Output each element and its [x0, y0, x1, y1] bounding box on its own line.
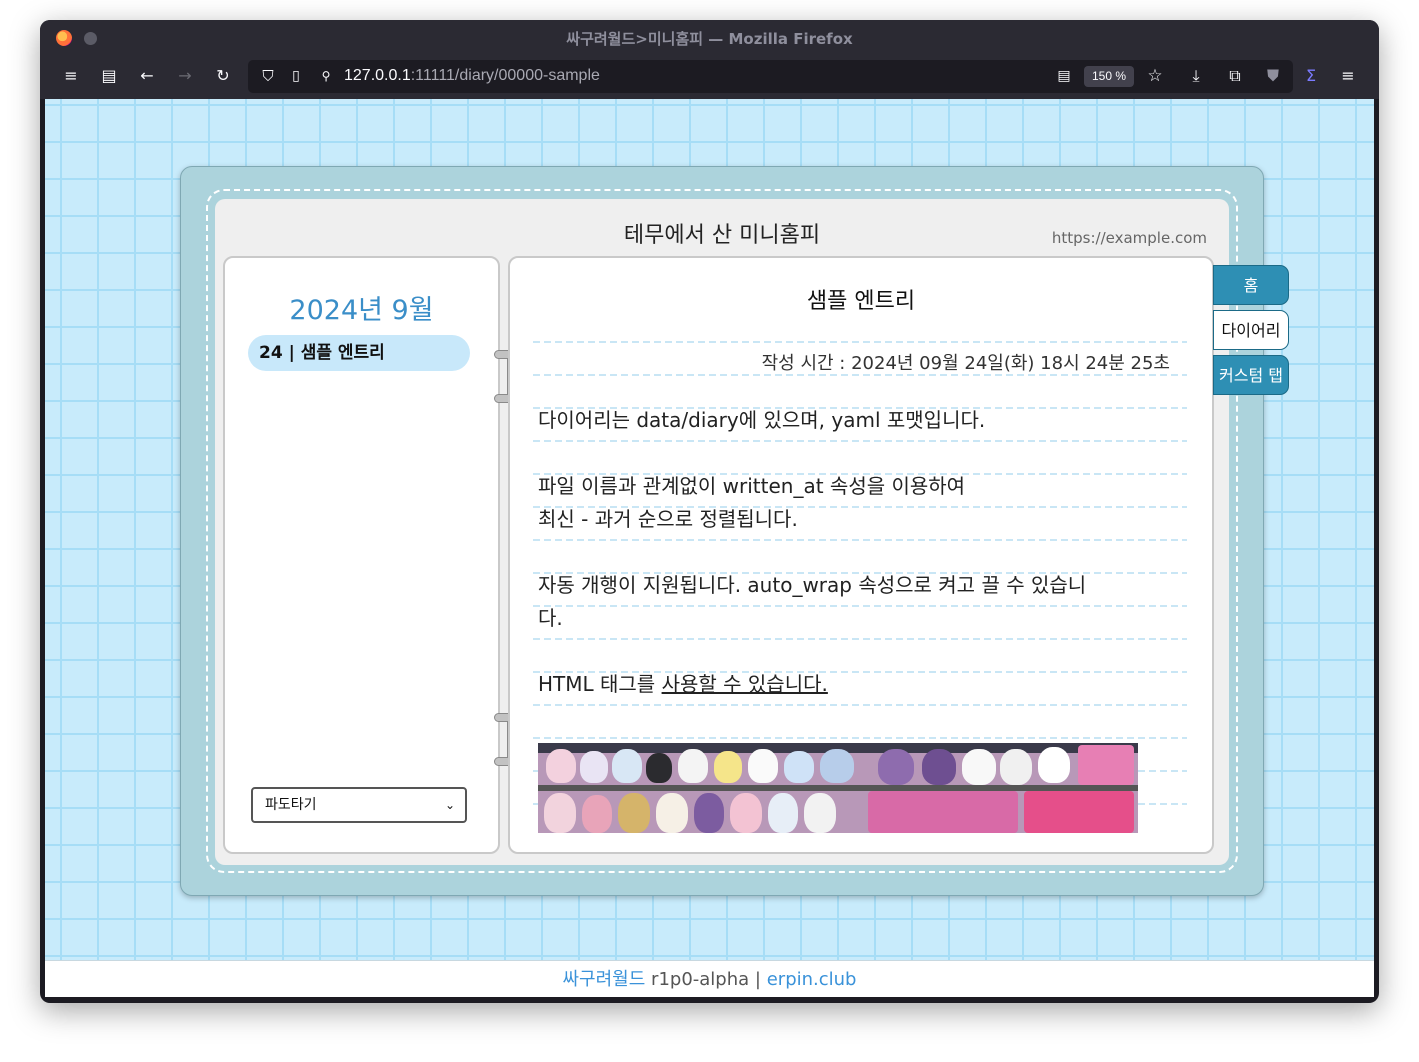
homepage-url[interactable]: https://example.com — [1052, 229, 1207, 247]
window-title: 싸구려월드>미니홈피 — Mozilla Firefox — [566, 30, 853, 48]
entry-paragraph: 자동 개행이 지원됩니다. auto_wrap 속성으로 켜고 끌 수 있습니 — [538, 573, 1087, 597]
tab-diary[interactable]: 다이어리 — [1213, 310, 1289, 350]
wave-jump-select[interactable]: 파도타기 ⌄ — [251, 787, 467, 823]
browser-window: 싸구려월드>미니홈피 — Mozilla Firefox ≡ ▤ ← → ↻ ⛉… — [40, 20, 1379, 1003]
reader-view-icon[interactable]: ▤ — [1054, 66, 1074, 86]
url-text[interactable]: 127.0.0.1:11111/diary/00000-sample — [344, 67, 600, 85]
tab-custom[interactable]: 커스텀 탭 — [1213, 355, 1289, 395]
entry-paragraph: 다. — [538, 606, 563, 630]
entry-text: HTML 태그를 — [538, 672, 656, 696]
sidebar-icon[interactable]: ▤ — [98, 65, 120, 87]
entry-paragraph: 최신 - 과거 순으로 정렬됩니다. — [538, 507, 798, 531]
permissions-icon[interactable]: ⚲ — [316, 66, 336, 86]
entry-paragraph: 파일 이름과 관계없이 written_at 속성을 이용하여 — [538, 474, 966, 498]
footer-separator: | — [754, 969, 761, 990]
entry-body: 다이어리는 data/diary에 있으며, yaml 포맷입니다. 파일 이름… — [538, 404, 1178, 701]
site-footer: 싸구려월드 r1p0-alpha | erpin.club — [45, 960, 1374, 997]
menu-icon[interactable]: ≡ — [1337, 65, 1359, 87]
forward-icon[interactable]: → — [174, 65, 196, 87]
extensions-icon[interactable]: ⧉ — [1224, 65, 1246, 87]
url-bar[interactable]: ⛉ ▯ ⚲ 127.0.0.1:11111/diary/00000-sample… — [248, 60, 1293, 93]
entry-paragraph: HTML 태그를 사용할 수 있습니다. — [538, 668, 1178, 701]
right-page: 샘플 엔트리 작성 시간 : 2024년 09월 24일(화) 18시 24분 … — [508, 256, 1214, 854]
title-bar: 싸구려월드>미니홈피 — Mozilla Firefox — [40, 20, 1379, 55]
bookmark-star-icon[interactable]: ☆ — [1144, 65, 1166, 87]
minihompy-book: 테무에서 산 미니홈피 https://example.com 2024년 9월… — [180, 166, 1289, 896]
jump-select-value: 파도타기 — [265, 797, 317, 813]
tab-list-icon[interactable]: ≡ — [60, 65, 82, 87]
plush-toys-photo — [538, 743, 1138, 833]
book-page: 테무에서 산 미니홈피 https://example.com 2024년 9월… — [215, 199, 1229, 865]
reload-icon[interactable]: ↻ — [212, 65, 234, 87]
url-host: 127.0.0.1 — [344, 67, 411, 84]
tracking-shield-icon[interactable]: ⛉ — [258, 66, 278, 86]
left-page: 2024년 9월 24 | 샘플 엔트리 파도타기 ⌄ — [223, 256, 500, 854]
back-icon[interactable]: ← — [136, 65, 158, 87]
underlined-text: 사용할 수 있습니다. — [661, 672, 828, 696]
footer-version: r1p0-alpha — [651, 969, 750, 990]
month-heading: 2024년 9월 — [289, 295, 434, 326]
chevron-down-icon: ⌄ — [444, 798, 455, 812]
entry-paragraph: 다이어리는 data/diary에 있으며, yaml 포맷입니다. — [538, 408, 986, 432]
sigma-extension-icon[interactable]: Σ — [1300, 65, 1322, 87]
page-viewport: 테무에서 산 미니홈피 https://example.com 2024년 9월… — [45, 99, 1374, 997]
page-info-icon[interactable]: ▯ — [286, 66, 306, 86]
url-path: :11111/diary/00000-sample — [410, 67, 600, 84]
diary-entry-item[interactable]: 24 | 샘플 엔트리 — [248, 335, 470, 371]
tab-home[interactable]: 홈 — [1213, 265, 1289, 305]
nav-toolbar: ≡ ▤ ← → ↻ ⛉ ▯ ⚲ 127.0.0.1:11111/diary/00… — [40, 55, 1379, 99]
ublock-icon[interactable]: ⛊ — [1262, 65, 1284, 87]
footer-brand-link[interactable]: 싸구려월드 — [563, 969, 646, 990]
footer-site-link[interactable]: erpin.club — [767, 969, 857, 990]
entry-title: 샘플 엔트리 — [806, 289, 916, 314]
downloads-icon[interactable]: ⤓ — [1185, 65, 1207, 87]
zoom-level-button[interactable]: 150 % — [1084, 66, 1134, 87]
entry-timestamp: 작성 시간 : 2024년 09월 24일(화) 18시 24분 25초 — [761, 353, 1170, 374]
